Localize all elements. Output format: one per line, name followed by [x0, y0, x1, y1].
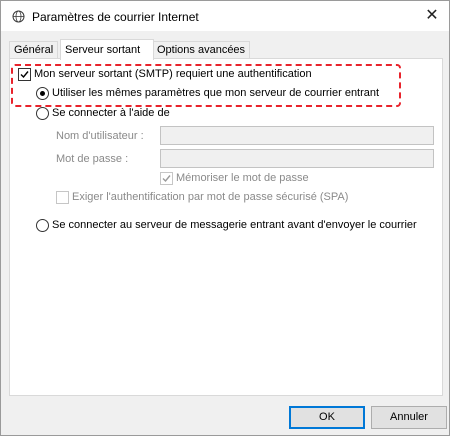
tab-advanced-options[interactable]: Options avancées — [152, 41, 251, 59]
tab-outgoing-server[interactable]: Serveur sortant — [60, 39, 154, 60]
smtp-auth-checkbox[interactable] — [18, 68, 31, 81]
same-settings-label: Utiliser les mêmes paramètres que mon se… — [52, 87, 380, 99]
same-settings-radio[interactable] — [36, 87, 49, 100]
cancel-button[interactable]: Annuler — [371, 406, 447, 429]
require-spa-checkbox[interactable] — [56, 191, 69, 204]
password-field[interactable] — [160, 149, 434, 168]
globe-envelope-icon — [12, 10, 25, 23]
remember-password-label: Mémoriser le mot de passe — [176, 172, 309, 184]
internet-email-settings-dialog: Paramètres de courrier Internet ✕ Généra… — [0, 0, 450, 436]
username-field[interactable] — [160, 126, 434, 145]
title-bar: Paramètres de courrier Internet ✕ — [1, 1, 449, 31]
log-on-incoming-first-radio[interactable] — [36, 219, 49, 232]
password-label: Mot de passe : — [56, 153, 129, 165]
tab-general[interactable]: Général — [9, 41, 59, 59]
log-on-using-radio[interactable] — [36, 107, 49, 120]
remember-password-checkbox[interactable] — [160, 172, 173, 185]
close-icon[interactable]: ✕ — [419, 3, 445, 29]
require-spa-label: Exiger l'authentification par mot de pas… — [72, 191, 349, 203]
outgoing-server-panel: Mon serveur sortant (SMTP) requiert une … — [9, 58, 443, 396]
ok-button[interactable]: OK — [289, 406, 365, 429]
smtp-auth-label: Mon serveur sortant (SMTP) requiert une … — [34, 68, 312, 80]
tab-strip: Général Serveur sortant Options avancées — [1, 39, 449, 60]
checkmark-icon — [20, 71, 29, 79]
log-on-incoming-first-label: Se connecter au serveur de messagerie en… — [52, 219, 417, 231]
radio-selected-dot — [40, 91, 45, 96]
log-on-using-label: Se connecter à l'aide de — [52, 107, 170, 119]
username-label: Nom d'utilisateur : — [56, 130, 144, 142]
window-title: Paramètres de courrier Internet — [32, 10, 199, 24]
checkmark-icon — [162, 175, 171, 183]
